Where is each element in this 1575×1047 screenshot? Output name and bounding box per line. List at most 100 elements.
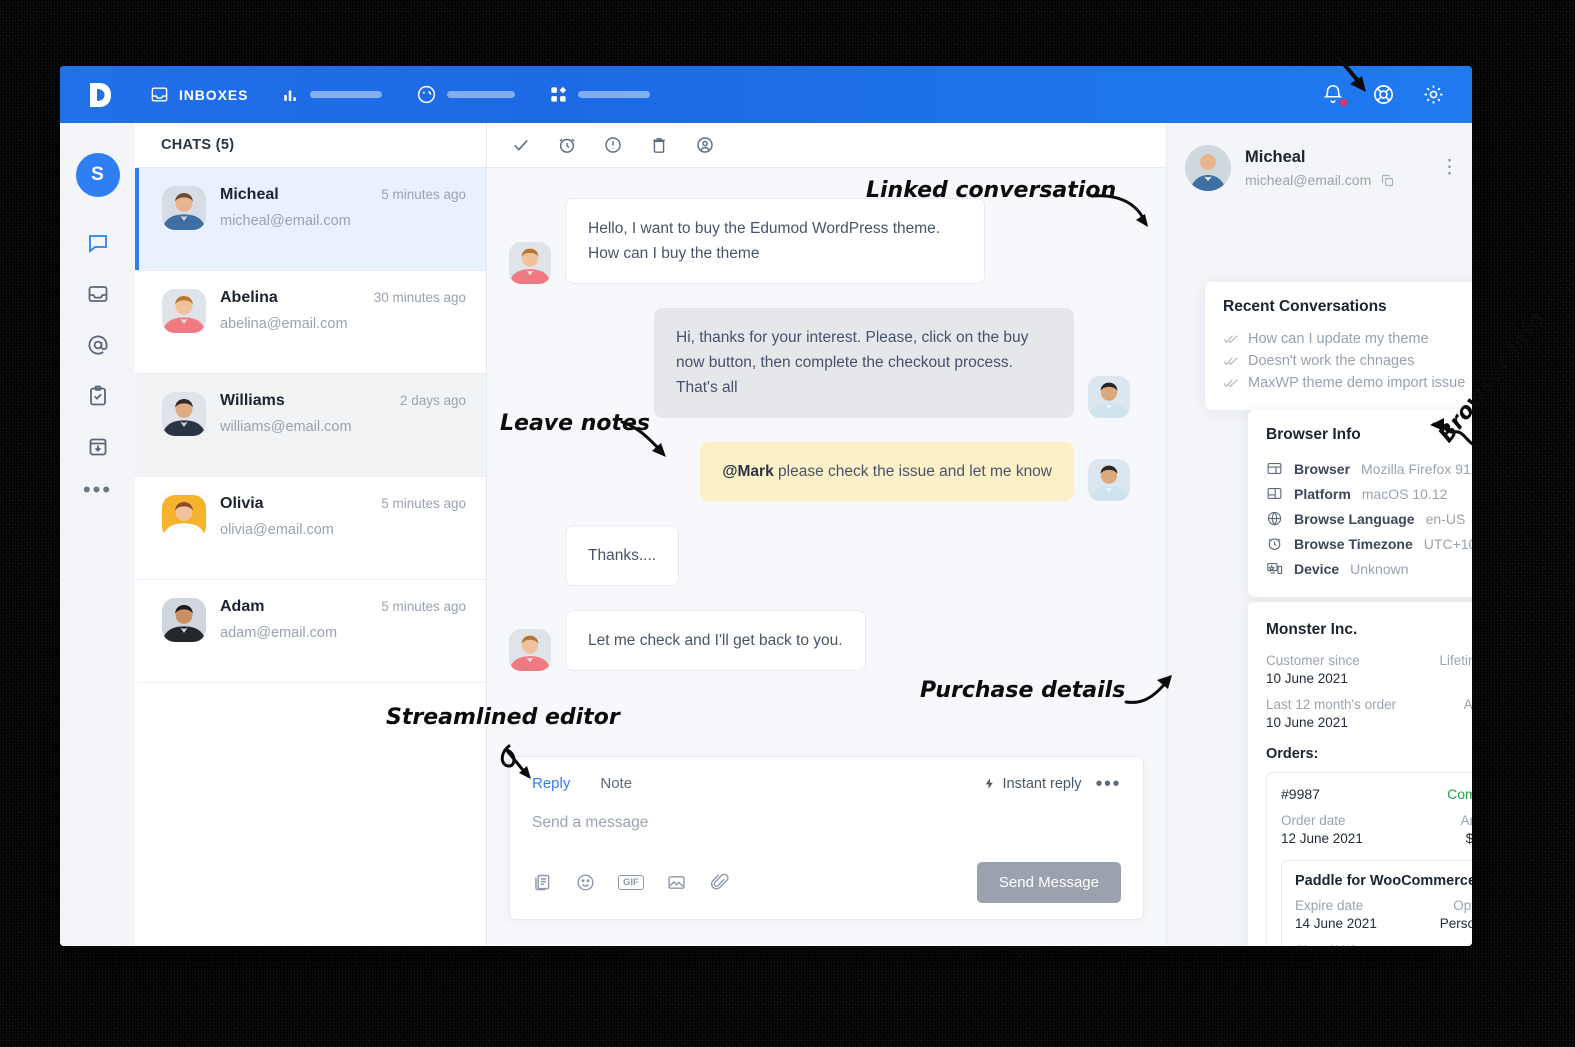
send-message-button[interactable]: Send Message [976,862,1121,903]
avatar [162,392,206,436]
vertical-dots-icon[interactable]: ⋮ [1440,158,1459,177]
nav-inboxes-label: INBOXES [179,86,249,103]
assign-user-icon[interactable] [695,135,715,155]
contact-name: Micheal [1245,148,1306,166]
archive-download-icon [89,438,106,456]
gif-icon[interactable]: GIF [618,874,644,891]
mention[interactable]: @Mark [722,463,773,480]
composer-toolbar: GIF Send Message [532,862,1121,903]
order-date-label: Order date [1281,813,1346,828]
user-avatar-initial[interactable]: S [75,153,120,197]
nav-item-reports[interactable] [282,86,383,104]
avatar [509,242,551,285]
topbar-actions [1322,83,1446,107]
order-id: #9987 [1281,786,1320,802]
chat-item-email: williams@email.com [220,419,352,435]
mark-important-icon[interactable] [603,135,623,155]
option-label: Option [1453,898,1472,913]
message-bubble: Hello, I want to buy the Edumod WordPres… [565,198,985,285]
avatar [509,628,551,671]
nav-reports-placeholder-bar [310,91,383,98]
order-date-amount: Order date 12 June 2021 Amount $99.00 [1281,813,1472,846]
recent-conversation-item[interactable]: How can I update my theme [1223,328,1472,350]
recent-conversation-label: How can I update my theme [1248,331,1429,347]
order-header: #9987 Complete [1281,786,1472,802]
tab-reply[interactable]: Reply [532,775,570,792]
emoji-icon[interactable] [575,872,596,893]
chat-list-item-micheal[interactable]: Micheal 5 minutes ago micheal@email.com [135,168,486,271]
sidebar-item-chats[interactable] [85,230,111,256]
recent-conversations-title: Recent Conversations [1223,298,1387,315]
purchase-details-card: Monster Inc. Woo Customer since 10 June 2… [1248,602,1472,946]
recent-conversation-item[interactable]: MaxWP theme demo import issue [1223,372,1472,394]
message-row: Thanks.... [509,524,1130,586]
nav-contacts-placeholder-bar [447,91,516,98]
chat-item-email: micheal@email.com [220,213,351,229]
delete-trash-icon[interactable] [649,135,669,155]
expire-date-value: 14 June 2021 [1295,916,1377,931]
nav-item-contacts[interactable] [416,84,516,105]
contact-header: Micheal micheal@email.com ⋮ [1167,123,1472,207]
sidebar-item-more[interactable]: ••• [83,479,112,501]
chat-list-item-williams[interactable]: Williams 2 days ago williams@email.com [135,374,486,477]
browser-info-row: Browse Timezone UTC+10 [1266,531,1472,556]
tab-note[interactable]: Note [600,775,632,792]
lifebuoy-help-icon[interactable] [1372,83,1396,107]
purchase-card-header: Monster Inc. Woo [1266,618,1472,642]
sidebar-item-mentions[interactable] [85,332,111,358]
composer-wrapper: Reply Note Instant reply ••• Send a mess… [487,756,1166,946]
d-logo-icon[interactable] [82,78,116,112]
sidebar-item-inbox[interactable] [85,281,111,307]
recent-conversations-card: Recent Conversations How can I update my… [1205,282,1472,410]
chat-list-item-adam[interactable]: Adam 5 minutes ago adam@email.com [135,580,486,683]
composer-more-dots-icon[interactable]: ••• [1095,774,1121,794]
platform-layout-icon [1267,487,1282,500]
chat-item-name: Williams [220,392,285,409]
order-amount-value: $99.00 [1465,831,1472,846]
chat-list-item-olivia[interactable]: Olivia 5 minutes ago olivia@email.com [135,477,486,580]
browser-info-key: Browse Timezone [1294,535,1413,552]
browser-info-title: Browser Info [1266,426,1361,443]
chat-item-email: olivia@email.com [220,522,334,538]
sidebar-item-archive[interactable] [85,434,111,460]
chat-item-time: 5 minutes ago [381,496,466,511]
nav-item-inboxes[interactable]: INBOXES [150,85,248,104]
chat-item-name: Olivia [220,495,264,512]
composer-actions: Instant reply ••• [983,774,1121,794]
chat-item-time: 5 minutes ago [381,187,466,202]
image-icon[interactable] [666,872,687,893]
browser-info-list: Browser Mozilla Firefox 91.0.1 Platform … [1266,456,1472,581]
recent-conversation-item[interactable]: Doesn't work the chnages [1223,350,1472,372]
recent-conversation-label: MaxWP theme demo import issue [1248,375,1466,391]
saved-replies-icon[interactable] [532,872,553,893]
inbox-tray-icon [151,87,168,102]
chat-item-time: 30 minutes ago [373,290,466,305]
stat-value-right: $99.00 [1439,671,1472,686]
snooze-alarm-icon[interactable] [557,135,577,155]
chat-list-item-abelina[interactable]: Abelina 30 minutes ago abelina@email.com [135,271,486,374]
apps-grid-icon [551,86,567,102]
screenshot-root: INBOXES S ••• CHATS (5) Micheal 5 minute… [0,0,1575,1047]
chat-item-email: abelina@email.com [220,316,348,332]
nav-item-apps[interactable] [549,85,651,104]
attachment-clip-icon[interactable] [709,872,730,893]
sidebar-item-tasks[interactable] [85,383,111,409]
expire-date-label: Expire date [1295,898,1364,913]
browser-info-key: Device [1294,560,1340,577]
copy-icon[interactable] [1380,173,1395,188]
browser-info-row: Device Unknown [1266,556,1472,581]
message-composer: Reply Note Instant reply ••• Send a mess… [509,756,1144,920]
double-check-icon [1223,335,1238,344]
browser-info-card: Browser Info Browser Mozilla Firefox 91.… [1248,410,1472,597]
purchase-stat-row: Last 12 month's order 10 June 2021 Avg or… [1266,697,1472,730]
gear-settings-icon[interactable] [1422,83,1446,107]
chat-item-email: adam@email.com [220,625,338,641]
message-input[interactable]: Send a message [532,792,1121,862]
instant-reply-button[interactable]: Instant reply [983,775,1081,792]
resolve-check-icon[interactable] [511,135,531,155]
browser-info-value: Mozilla Firefox 91.0.1 [1361,460,1472,477]
chat-bubble-icon [88,235,107,253]
browser-info-value: Unknown [1350,560,1409,577]
contacts-face-icon [418,85,436,104]
bell-notification-icon[interactable] [1322,83,1348,107]
